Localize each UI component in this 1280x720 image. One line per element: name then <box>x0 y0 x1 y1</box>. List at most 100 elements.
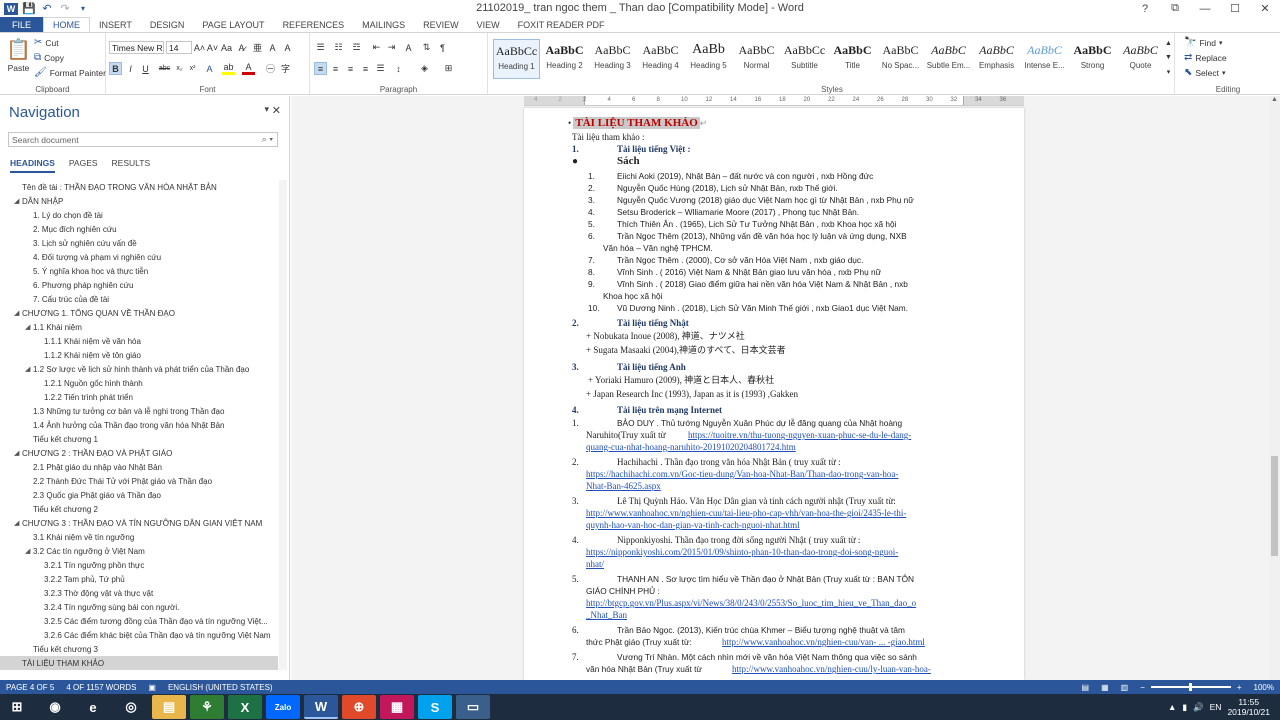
web-ref-link[interactable]: quang-cua-nhat-hoang-naruhito-2019102020… <box>586 442 796 453</box>
shrink-font-icon[interactable]: A˅ <box>206 41 219 54</box>
nav-heading-item[interactable]: ◢ DẪN NHẬP <box>0 194 278 208</box>
copy-button[interactable]: ⧉ Copy <box>34 52 64 63</box>
nav-heading-item[interactable]: TÀI LIỆU THAM KHẢO <box>0 656 278 670</box>
close-button[interactable]: ✕ <box>1250 0 1280 17</box>
nav-heading-item[interactable]: 3.2.6 Các điểm khác biệt của Thần đạo và… <box>0 628 278 642</box>
maximize-button[interactable]: ☐ <box>1220 0 1250 17</box>
multilevel-list-icon[interactable]: ☲ <box>350 41 363 54</box>
web-ref-link[interactable]: https://nipponkiyoshi.com/2015/01/09/shi… <box>586 547 898 558</box>
nav-heading-item[interactable]: 3.1 Khái niệm về tín ngưỡng <box>0 530 278 544</box>
proofing-icon[interactable]: ▣ <box>142 683 162 692</box>
nav-heading-item[interactable]: 3. Lịch sử nghiên cứu vấn đề <box>0 236 278 250</box>
jp-ref-1[interactable]: + Nobukata Inoue (2008), 神道、ナツメ社 <box>586 331 745 342</box>
network-icon[interactable]: ▮ <box>1182 702 1187 713</box>
web-ref-link[interactable]: https://tuoitre.vn/thu-tuong-nguyen-xuan… <box>688 430 911 440</box>
nav-scrollbar[interactable] <box>279 180 287 670</box>
scroll-up-icon[interactable]: ▲ <box>1269 96 1280 106</box>
intro-line[interactable]: Tài liệu tham khảo : <box>572 132 644 143</box>
char-scale-icon[interactable]: 字 <box>279 62 292 75</box>
web-ref-link[interactable]: http://www.vanhoahoc.vn/nghien-cuu/ly-lu… <box>732 664 931 674</box>
zoom-thumb[interactable] <box>1188 683 1192 691</box>
nav-heading-item[interactable]: ◢ 3.2 Các tín ngưỡng ở Việt Nam <box>0 544 278 558</box>
zoom-in-icon[interactable]: + <box>1231 683 1248 692</box>
zoom-level[interactable]: 100% <box>1248 683 1280 692</box>
web-ref-text[interactable]: Trần Bảo Ngọc. (2013), Kiến trúc chùa Kh… <box>617 625 905 636</box>
align-center-icon[interactable]: ≡ <box>329 62 342 75</box>
book-entry[interactable]: Nguyễn Quốc Hùng (2018), Lịch sử Nhật Bả… <box>617 183 838 194</box>
nav-heading-item[interactable]: 1.2.1 Nguồn gốc hình thành <box>0 376 278 390</box>
document-scrollbar[interactable]: ▲ <box>1269 96 1280 680</box>
web-ref-text[interactable]: Lê Thị Quỳnh Hảo. Văn Học Dân gian và tí… <box>617 496 896 507</box>
books-title[interactable]: Sách <box>617 156 640 167</box>
web-ref-text[interactable]: THANH AN . Sơ lược tìm hiểu về Thần đạo … <box>617 574 914 585</box>
tab-design[interactable]: DESIGN <box>141 17 194 32</box>
font-color-icon[interactable]: A <box>242 62 255 75</box>
zoom-slider[interactable] <box>1150 683 1231 691</box>
ribbon-display-icon[interactable]: ⧉ <box>1160 0 1190 17</box>
nav-heading-item[interactable]: 2.2 Thánh Đức Thái Tử với Phật giáo và T… <box>0 474 278 488</box>
change-case-icon[interactable]: Aa <box>220 41 233 54</box>
en-ref-1[interactable]: + Yoriaki Hamuro (2009), 神道と日本人、春秋社 <box>588 375 774 386</box>
nav-heading-item[interactable]: 3.2.1 Tín ngưỡng phồn thực <box>0 558 278 572</box>
distributed-icon[interactable]: ☰ <box>374 62 387 75</box>
highlight-icon[interactable]: ab <box>222 62 235 75</box>
show-marks-icon[interactable]: ¶ <box>436 41 449 54</box>
tab-pages[interactable]: PAGES <box>69 158 98 173</box>
jp-ref-2[interactable]: + Sugata Masaaki (2004),神道のすべて、日本文芸者 <box>586 345 786 356</box>
style-item[interactable]: AaBb Heading 5 <box>685 39 732 79</box>
read-mode-icon[interactable]: ▤ <box>1076 683 1096 692</box>
nav-heading-item[interactable]: Tiểu kết chương 1 <box>0 432 278 446</box>
app-icon[interactable]: ▦ <box>380 695 414 719</box>
style-item[interactable]: AaBbC Heading 2 <box>541 39 588 79</box>
nav-heading-item[interactable]: 1.1.2 Khái niệm về tôn giáo <box>0 348 278 362</box>
style-item[interactable]: AaBbC No Spac... <box>877 39 924 79</box>
help-icon[interactable]: ? <box>1130 0 1160 17</box>
font-family-select[interactable]: Times New R <box>109 41 164 54</box>
search-icon[interactable]: ⌕ ▾ <box>262 134 273 145</box>
phonetic-guide-icon[interactable]: 亜 <box>251 41 264 54</box>
cut-button[interactable]: ✂ Cut <box>34 37 59 48</box>
book-entry[interactable]: Eiichi Aoki (2019), Nhật Bản – đất nước … <box>617 171 873 182</box>
style-item[interactable]: AaBbC Intense E... <box>1021 39 1068 79</box>
collapse-arrow-icon[interactable]: ◢ <box>25 365 33 373</box>
web-ref-link[interactable]: https://hachihachi.com.vn/Goc-tieu-dung/… <box>586 469 898 480</box>
app-icon[interactable]: ⚘ <box>190 695 224 719</box>
tray-arrow-icon[interactable]: ▲ <box>1168 702 1176 712</box>
scroll-thumb[interactable] <box>1271 456 1278 556</box>
web-ref-link[interactable]: Nhat-Ban-4625.aspx <box>586 481 661 492</box>
book-entry-cont[interactable]: Văn hóa – Văn nghệ TPHCM. <box>603 243 713 254</box>
ie-icon[interactable]: e <box>76 695 110 719</box>
justify-icon[interactable]: ≡ <box>359 62 372 75</box>
tab-view[interactable]: VIEW <box>468 17 509 32</box>
en-ref-2[interactable]: + Japan Research Inc (1993), Japan as it… <box>586 389 798 400</box>
nav-heading-item[interactable]: 1.2.2 Tiến trình phát triển <box>0 390 278 404</box>
underline-icon[interactable]: U <box>139 62 152 75</box>
nav-heading-item[interactable]: ◢ CHƯƠNG 2 : THẦN ĐẠO VÀ PHẬT GIÁO <box>0 446 278 460</box>
clock[interactable]: 11:55 2019/10/21 <box>1227 697 1270 717</box>
skype-icon[interactable]: S <box>418 695 452 719</box>
tab-insert[interactable]: INSERT <box>90 17 141 32</box>
chinese-layout-icon[interactable]: A <box>402 41 415 54</box>
subscript-icon[interactable]: x₂ <box>173 62 186 75</box>
web-ref-text[interactable]: Vương Trí Nhàn. Một cách nhìn mới về văn… <box>617 652 917 663</box>
style-item[interactable]: AaBbC Heading 3 <box>589 39 636 79</box>
document-page[interactable]: • TÀI LIỆU THAM KHẢO ↵ Tài liệu tham khảo… <box>524 108 1024 680</box>
section-2-title[interactable]: Tài liệu tiếng Nhật <box>617 318 689 329</box>
char-shading-icon[interactable]: A <box>266 41 279 54</box>
web-ref-link[interactable]: http://btgcp.gov.vn/Plus.aspx/vi/News/38… <box>586 598 916 609</box>
collapse-arrow-icon[interactable]: ◢ <box>14 449 22 457</box>
char-border-icon[interactable]: A <box>281 41 294 54</box>
nav-heading-item[interactable]: 3.2.3 Thờ động vật và thực vật <box>0 586 278 600</box>
tab-results[interactable]: RESULTS <box>112 158 151 173</box>
foxit-icon[interactable]: ⊕ <box>342 695 376 719</box>
customize-qat-icon[interactable]: ▾ <box>76 3 90 15</box>
word-icon[interactable]: W <box>304 695 338 719</box>
clear-format-icon[interactable]: A̷ <box>235 41 248 54</box>
font-size-select[interactable]: 14 <box>166 41 192 54</box>
page-count[interactable]: PAGE 4 OF 5 <box>0 683 60 692</box>
nav-heading-item[interactable]: 3.2.4 Tín ngưỡng sùng bái con người. <box>0 600 278 614</box>
align-right-icon[interactable]: ≡ <box>344 62 357 75</box>
undo-icon[interactable]: ↶ <box>40 3 54 15</box>
sort-icon[interactable]: ⇅ <box>420 41 433 54</box>
section-3-title[interactable]: Tài liệu tiếng Anh <box>617 362 686 373</box>
